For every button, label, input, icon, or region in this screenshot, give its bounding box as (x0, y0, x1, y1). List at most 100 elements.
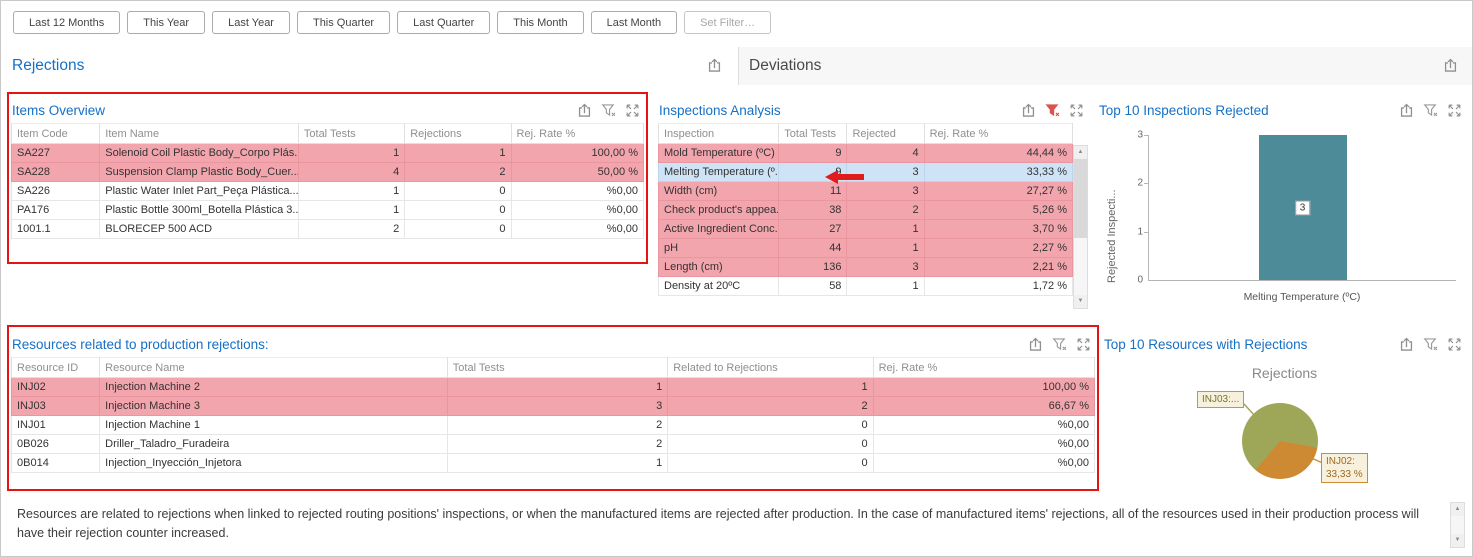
scroll-up-button[interactable]: ▲ (1451, 503, 1464, 516)
table-cell: 1 (405, 144, 511, 163)
clear-filter-icon[interactable] (601, 103, 616, 118)
table-cell: 2 (447, 435, 667, 454)
table-cell: 3 (847, 163, 924, 182)
column-header[interactable]: Rej. Rate % (924, 124, 1072, 144)
dashboard-screen: Last 12 Months This Year Last Year This Qua… (0, 0, 1473, 557)
column-header[interactable]: Resource Name (100, 358, 448, 378)
table-row[interactable]: 0B014Injection_Inyección_Injetora10%0,00 (12, 454, 1095, 473)
y-tick-label: 0 (1125, 275, 1143, 286)
date-filter-buttons: Last 12 Months This Year Last Year This Qua… (13, 11, 677, 34)
filter-button-last-month[interactable]: Last Month (591, 11, 677, 34)
table-cell: BLORECEP 500 ACD (100, 220, 299, 239)
expand-icon[interactable] (625, 103, 640, 118)
clear-filter-icon[interactable] (1423, 103, 1438, 118)
column-header[interactable]: Rej. Rate % (873, 358, 1094, 378)
table-row[interactable]: pH4412,27 % (659, 239, 1073, 258)
bar-melting-temperature[interactable]: 3 (1259, 135, 1347, 280)
table-cell: 2 (668, 397, 873, 416)
table-row[interactable]: Length (cm)13632,21 % (659, 258, 1073, 277)
filter-button-this-quarter[interactable]: This Quarter (297, 11, 390, 34)
table-row[interactable]: Check product's appea...3825,26 % (659, 201, 1073, 220)
panel-title: Top 10 Resources with Rejections (1104, 337, 1307, 352)
table-cell: 5,26 % (924, 201, 1072, 220)
export-icon[interactable] (1443, 58, 1458, 73)
table-cell: SA227 (12, 144, 100, 163)
filter-button-last-quarter[interactable]: Last Quarter (397, 11, 490, 34)
column-header[interactable]: Related to Rejections (668, 358, 873, 378)
table-cell: 1 (847, 220, 924, 239)
export-icon[interactable] (577, 103, 592, 118)
column-header[interactable]: Total Tests (447, 358, 667, 378)
deviations-section-header[interactable]: Deviations (738, 47, 1473, 85)
set-filter-button[interactable]: Set Filter… (684, 11, 771, 34)
column-header[interactable]: Rejected (847, 124, 924, 144)
scroll-up-button[interactable]: ▲ (1074, 146, 1087, 159)
column-header[interactable]: Item Name (100, 124, 299, 144)
table-row[interactable]: Melting Temperature (º...9333,33 % (659, 163, 1073, 182)
pie-label-inj03: INJ03:... (1197, 391, 1244, 408)
table-row[interactable]: Density at 20ºC5811,72 % (659, 277, 1073, 296)
column-header[interactable]: Total Tests (298, 124, 404, 144)
scrollbar[interactable]: ▲ ▼ (1073, 145, 1088, 309)
table-cell: Plastic Water Inlet Part_Peça Plástica..… (100, 182, 299, 201)
panel-title: Items Overview (12, 103, 105, 118)
rejections-section-header[interactable]: Rejections (1, 47, 738, 85)
table-row[interactable]: INJ02Injection Machine 211100,00 % (12, 378, 1095, 397)
table-cell: Injection Machine 3 (100, 397, 448, 416)
table-cell: 1 (298, 182, 404, 201)
table-cell: 4 (847, 144, 924, 163)
export-icon[interactable] (1399, 337, 1414, 352)
table-cell: 44 (779, 239, 847, 258)
filter-button-last-year[interactable]: Last Year (212, 11, 290, 34)
deviations-title: Deviations (749, 57, 821, 75)
export-icon[interactable] (1399, 103, 1414, 118)
export-icon[interactable] (1028, 337, 1043, 352)
table-cell: 2 (447, 416, 667, 435)
table-cell: 1 (847, 277, 924, 296)
scroll-down-button[interactable]: ▼ (1074, 295, 1087, 308)
table-row[interactable]: Active Ingredient Conc...2713,70 % (659, 220, 1073, 239)
table-row[interactable]: SA227Solenoid Coil Plastic Body_Corpo Pl… (12, 144, 644, 163)
export-icon[interactable] (707, 58, 722, 73)
table-cell: Suspension Clamp Plastic Body_Cuer... (100, 163, 299, 182)
table-row[interactable]: Width (cm)11327,27 % (659, 182, 1073, 201)
scrollbar[interactable]: ▲ ▼ (1450, 502, 1465, 548)
filter-button-this-year[interactable]: This Year (127, 11, 205, 34)
table-row[interactable]: 0B026Driller_Taladro_Furadeira20%0,00 (12, 435, 1095, 454)
expand-icon[interactable] (1069, 103, 1084, 118)
x-axis-label: Melting Temperature (ºC) (1148, 291, 1456, 303)
panel-title: Resources related to production rejectio… (12, 337, 269, 352)
top-inspections-rejected-panel: Top 10 Inspections Rejected Rejected Ins… (1098, 97, 1466, 313)
active-filter-icon[interactable] (1045, 103, 1060, 118)
table-row[interactable]: INJ03Injection Machine 33266,67 % (12, 397, 1095, 416)
top-resources-panel: Top 10 Resources with Rejections Rejecti… (1103, 331, 1466, 491)
table-cell: Active Ingredient Conc... (659, 220, 779, 239)
filter-button-this-month[interactable]: This Month (497, 11, 583, 34)
column-header[interactable]: Item Code (12, 124, 100, 144)
table-row[interactable]: SA226Plastic Water Inlet Part_Peça Plást… (12, 182, 644, 201)
table-row[interactable]: SA228Suspension Clamp Plastic Body_Cuer.… (12, 163, 644, 182)
scroll-thumb[interactable] (1074, 159, 1087, 238)
table-cell: Melting Temperature (º... (659, 163, 779, 182)
footnote-text: Resources are related to rejections when… (17, 505, 1437, 544)
column-header[interactable]: Resource ID (12, 358, 100, 378)
column-header[interactable]: Rej. Rate % (511, 124, 643, 144)
table-row[interactable]: 1001.1BLORECEP 500 ACD20%0,00 (12, 220, 644, 239)
table-row[interactable]: INJ01Injection Machine 120%0,00 (12, 416, 1095, 435)
clear-filter-icon[interactable] (1052, 337, 1067, 352)
expand-icon[interactable] (1447, 103, 1462, 118)
column-header[interactable]: Inspection (659, 124, 779, 144)
scroll-down-button[interactable]: ▼ (1451, 534, 1464, 547)
table-row[interactable]: Mold Temperature (ºC)9444,44 % (659, 144, 1073, 163)
pie-chart[interactable] (1242, 403, 1318, 479)
expand-icon[interactable] (1447, 337, 1462, 352)
column-header[interactable]: Total Tests (779, 124, 847, 144)
column-header[interactable]: Rejections (405, 124, 511, 144)
clear-filter-icon[interactable] (1423, 337, 1438, 352)
table-cell: %0,00 (873, 454, 1094, 473)
export-icon[interactable] (1021, 103, 1036, 118)
pie-chart-area: Rejections INJ03:... INJ02: 33,33 % (1103, 357, 1466, 491)
filter-button-last-12-months[interactable]: Last 12 Months (13, 11, 120, 34)
expand-icon[interactable] (1076, 337, 1091, 352)
table-row[interactable]: PA176Plastic Bottle 300ml_Botella Plásti… (12, 201, 644, 220)
